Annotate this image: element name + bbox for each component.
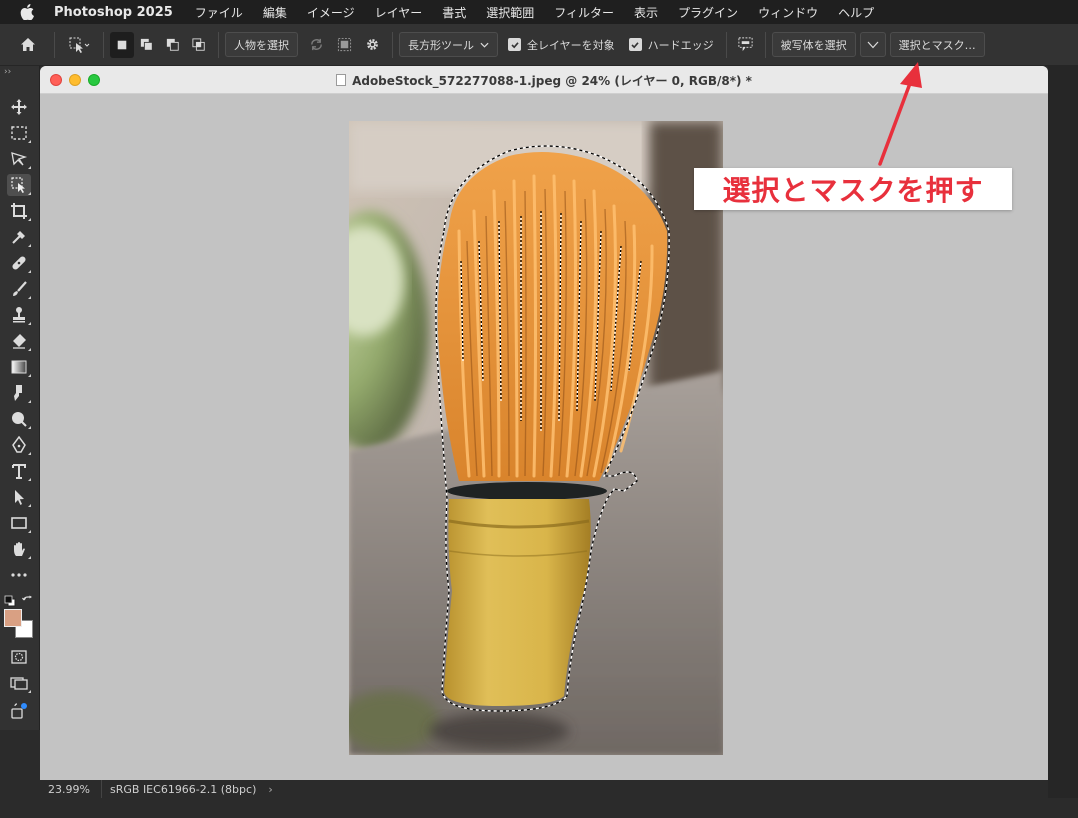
status-bar: 23.99% sRGB IEC61966-2.1 (8bpc) › xyxy=(40,780,1048,798)
bottom-edge xyxy=(0,798,1078,818)
apple-icon[interactable] xyxy=(0,0,54,24)
healing-icon[interactable] xyxy=(7,252,31,274)
mode-dropdown-value: 長方形ツール xyxy=(408,38,474,52)
menu-bar: Photoshop 2025 ファイル 編集 イメージ レイヤー 書式 選択範囲… xyxy=(0,0,1078,24)
divider xyxy=(103,31,104,58)
type-icon[interactable] xyxy=(7,460,31,482)
subtract-selection-icon[interactable] xyxy=(160,32,186,58)
select-subject-label: 被写体を選択 xyxy=(780,38,847,52)
object-selection-tool[interactable] xyxy=(7,174,31,196)
menu-type[interactable]: 書式 xyxy=(442,4,466,21)
new-selection-icon[interactable] xyxy=(110,31,134,58)
menu-window[interactable]: ウィンドウ xyxy=(758,4,818,21)
canvas-image[interactable] xyxy=(349,121,723,755)
refresh-icon[interactable] xyxy=(302,32,330,58)
menu-layer[interactable]: レイヤー xyxy=(375,4,423,21)
marquee-icon[interactable] xyxy=(7,122,31,144)
brush-icon[interactable] xyxy=(7,278,31,300)
hand-icon[interactable] xyxy=(7,538,31,560)
pen-icon[interactable] xyxy=(7,434,31,456)
quick-mask-icon[interactable] xyxy=(7,646,31,668)
divider xyxy=(725,31,727,58)
generative-icon[interactable] xyxy=(7,700,31,722)
right-panel-edge xyxy=(1048,66,1078,818)
app-name-menu[interactable]: Photoshop 2025 xyxy=(54,5,173,20)
move-icon[interactable] xyxy=(7,96,31,118)
lasso-icon[interactable] xyxy=(7,148,31,170)
mode-dropdown[interactable]: 長方形ツール xyxy=(399,32,498,57)
zoom-level[interactable]: 23.99% xyxy=(40,780,102,798)
divider xyxy=(764,31,766,58)
select-and-mask-button[interactable]: 選択とマスク… xyxy=(889,32,985,57)
menu-view[interactable]: 表示 xyxy=(634,4,658,21)
stamp-icon[interactable] xyxy=(7,304,31,326)
menu-help[interactable]: ヘルプ xyxy=(838,4,874,21)
object-selection-icon[interactable] xyxy=(61,32,97,58)
gradient-icon[interactable] xyxy=(7,356,31,378)
more-icon[interactable] xyxy=(7,564,31,586)
checkbox-icon xyxy=(628,38,642,51)
collapse-panel-icon[interactable]: ›› xyxy=(0,66,39,78)
sample-all-layers-label: 全レイヤーを対象 xyxy=(527,38,615,52)
menu-select[interactable]: 選択範囲 xyxy=(486,4,534,21)
menu-plugins[interactable]: プラグイン xyxy=(678,4,738,21)
eraser-icon[interactable] xyxy=(7,330,31,352)
chat-icon[interactable] xyxy=(733,32,759,58)
smudge-icon[interactable] xyxy=(7,382,31,404)
tools-panel: ›› xyxy=(0,66,40,730)
path-selection-icon[interactable] xyxy=(7,486,31,508)
color-profile: sRGB IEC61966-2.1 (8bpc) xyxy=(110,782,257,796)
dodge-icon[interactable] xyxy=(7,408,31,430)
default-colors-icon[interactable] xyxy=(4,592,16,607)
select-subject-button[interactable]: 被写体を選択 xyxy=(771,32,856,57)
hard-edge-label: ハードエッジ xyxy=(647,38,714,52)
divider xyxy=(218,31,219,58)
annotation-callout: 選択とマスクを押す xyxy=(694,168,1012,210)
foreground-color-swatch[interactable] xyxy=(4,609,22,627)
hard-edge-checkbox[interactable]: ハードエッジ xyxy=(628,37,714,53)
status-menu-icon[interactable]: › xyxy=(268,783,272,796)
screen-mode-icon[interactable] xyxy=(7,672,31,694)
options-bar: 人物を選択 長方形ツール 全レイヤーを対象 ハードエッジ 被写体を選択 選択とマ… xyxy=(0,24,1078,66)
annotation-text: 選択とマスクを押す xyxy=(722,174,984,207)
menu-image[interactable]: イメージ xyxy=(307,4,355,21)
select-and-mask-label: 選択とマスク… xyxy=(898,38,976,52)
select-person-label: 人物を選択 xyxy=(234,38,289,52)
crop-icon[interactable] xyxy=(7,200,31,222)
file-icon xyxy=(336,74,347,86)
menu-file[interactable]: ファイル xyxy=(195,4,243,21)
home-icon[interactable] xyxy=(8,32,48,58)
add-selection-icon[interactable] xyxy=(134,32,160,58)
divider xyxy=(54,31,55,58)
eyedropper-icon[interactable] xyxy=(7,226,31,248)
intersect-selection-icon[interactable] xyxy=(186,32,212,58)
select-person-button[interactable]: 人物を選択 xyxy=(225,32,298,57)
gear-icon[interactable] xyxy=(358,32,386,58)
menu-filter[interactable]: フィルター xyxy=(554,4,614,21)
document-title: AdobeStock_572277088-1.jpeg @ 24% (レイヤー … xyxy=(40,66,1048,94)
document-title-bar[interactable]: AdobeStock_572277088-1.jpeg @ 24% (レイヤー … xyxy=(40,66,1048,94)
checkbox-icon xyxy=(508,38,521,51)
menu-edit[interactable]: 編集 xyxy=(263,4,287,21)
swap-colors-icon[interactable] xyxy=(22,592,34,604)
rectangle-icon[interactable] xyxy=(7,512,31,534)
chevron-down-icon xyxy=(480,42,489,48)
subject-icon[interactable] xyxy=(330,32,358,58)
sample-all-layers-checkbox[interactable]: 全レイヤーを対象 xyxy=(508,37,615,53)
chevron-down-icon xyxy=(867,41,879,48)
divider xyxy=(392,31,393,58)
document-title-text: AdobeStock_572277088-1.jpeg @ 24% (レイヤー … xyxy=(352,73,752,88)
select-subject-dropdown[interactable] xyxy=(859,32,886,57)
